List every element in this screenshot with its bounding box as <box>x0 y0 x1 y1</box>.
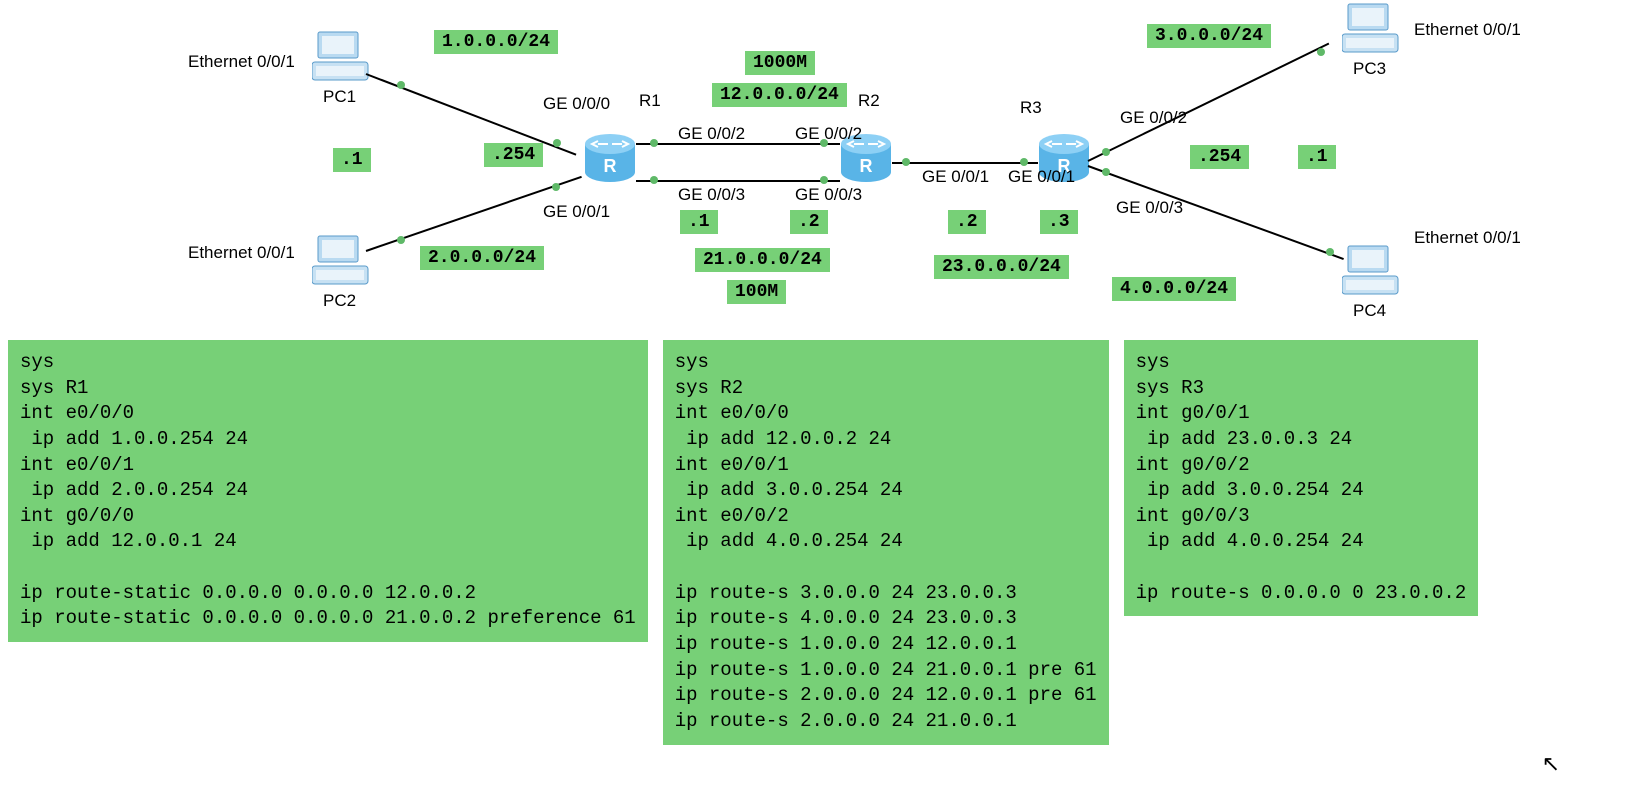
link-dot <box>552 183 560 191</box>
pc3-ip: .1 <box>1298 145 1336 169</box>
r2-ip-right: .2 <box>948 210 986 234</box>
r3-config: sys sys R3 int g0/0/1 ip add 23.0.0.3 24… <box>1124 340 1479 616</box>
pc1-icon <box>312 28 370 83</box>
pc2-icon <box>312 232 370 287</box>
net-4-label: 4.0.0.0/24 <box>1112 277 1236 301</box>
net-2-label: 2.0.0.0/24 <box>420 246 544 270</box>
pc2-label: PC2 <box>323 291 356 311</box>
link-dot <box>650 139 658 147</box>
r1-config: sys sys R1 int e0/0/0 ip add 1.0.0.254 2… <box>8 340 648 642</box>
r1-gw: .254 <box>484 143 543 167</box>
pc2-intf: Ethernet 0/0/1 <box>188 243 295 263</box>
r2-ip-top: .2 <box>790 210 828 234</box>
r1-ge000: GE 0/0/0 <box>543 94 610 114</box>
link-dot <box>397 81 405 89</box>
r1-ge001: GE 0/0/1 <box>543 202 610 222</box>
net-1-label: 1.0.0.0/24 <box>434 30 558 54</box>
link-dot <box>397 236 405 244</box>
mouse-cursor-icon: ↖ <box>1542 751 1560 777</box>
r1-ge003: GE 0/0/3 <box>678 185 745 205</box>
r3-label: R3 <box>1020 98 1042 118</box>
pc4-label: PC4 <box>1353 301 1386 321</box>
pc4-icon <box>1342 242 1400 297</box>
link-dot <box>1317 48 1325 56</box>
r2-label: R2 <box>858 91 880 111</box>
pc1-label: PC1 <box>323 87 356 107</box>
r1-ge002: GE 0/0/2 <box>678 124 745 144</box>
link-dot <box>1020 158 1028 166</box>
r3-ip-left: .3 <box>1040 210 1078 234</box>
r2-ge002: GE 0/0/2 <box>795 124 862 144</box>
pc3-intf: Ethernet 0/0/1 <box>1414 20 1521 40</box>
net-3-label: 3.0.0.0/24 <box>1147 24 1271 48</box>
pc4-intf: Ethernet 0/0/1 <box>1414 228 1521 248</box>
link-r2-r3 <box>892 162 1038 164</box>
link-r3-pc3 <box>1088 43 1330 162</box>
r3-gw: .254 <box>1190 145 1249 169</box>
r3-ge001: GE 0/0/1 <box>1008 167 1075 187</box>
link-dot <box>902 158 910 166</box>
net-23-label: 23.0.0.0/24 <box>934 255 1069 279</box>
r2-config: sys sys R2 int e0/0/0 ip add 12.0.0.2 24… <box>663 340 1109 745</box>
net-12-label: 12.0.0.0/24 <box>712 83 847 107</box>
link-r1-r2-bottom <box>636 180 840 182</box>
net-21-label: 21.0.0.0/24 <box>695 248 830 272</box>
link-dot <box>650 176 658 184</box>
pc1-ip: .1 <box>333 148 371 172</box>
speed-top: 1000M <box>745 51 815 75</box>
r3-ge002: GE 0/0/2 <box>1120 108 1187 128</box>
r1-icon <box>584 132 636 184</box>
pc3-label: PC3 <box>1353 59 1386 79</box>
r2-ge001: GE 0/0/1 <box>922 167 989 187</box>
pc3-icon <box>1342 0 1400 55</box>
link-dot <box>1102 168 1110 176</box>
link-dot <box>1102 148 1110 156</box>
network-topology-diagram: R PC1 Ethernet 0/0/1 PC2 Ethernet 0/0/1 … <box>0 0 1650 335</box>
r3-ge003: GE 0/0/3 <box>1116 198 1183 218</box>
pc1-intf: Ethernet 0/0/1 <box>188 52 295 72</box>
configs-row: sys sys R1 int e0/0/0 ip add 1.0.0.254 2… <box>0 340 1650 745</box>
link-dot <box>820 176 828 184</box>
r1-label: R1 <box>639 91 661 111</box>
link-dot <box>553 139 561 147</box>
r2-ge003: GE 0/0/3 <box>795 185 862 205</box>
speed-bottom: 100M <box>727 280 786 304</box>
link-dot <box>1326 248 1334 256</box>
r1-ip-top: .1 <box>680 210 718 234</box>
